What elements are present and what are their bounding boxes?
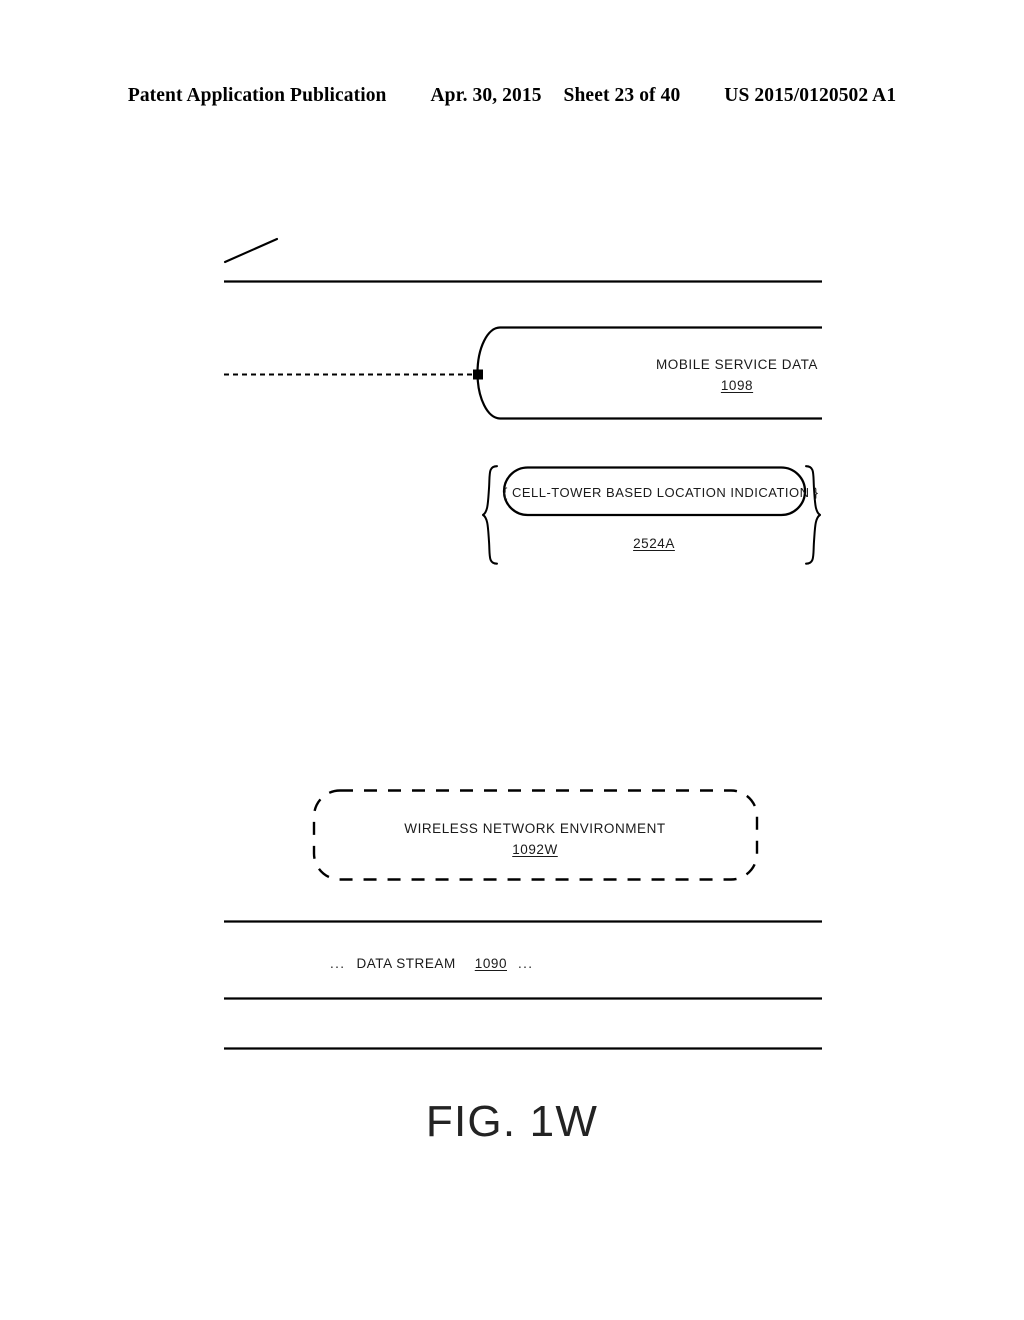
wireless-network-environment-label-group: WIRELESS NETWORK ENVIRONMENT 1092W [335,819,735,861]
cell-tower-indication-ref-group: 2524A [554,534,754,555]
figure-caption: FIG. 1W [425,1097,599,1146]
mobile-service-data-ref: 1098 [720,377,754,393]
wireless-network-environment-title: WIRELESS NETWORK ENVIRONMENT [404,821,666,836]
mobile-service-data-title: MOBILE SERVICE DATA [656,357,818,372]
data-stream-ellipsis-right: ... [518,956,534,971]
connector-endpoint-node [473,369,483,380]
data-stream-label-group: ... DATA STREAM 1090... [330,954,610,975]
group-brace-left [482,465,498,565]
mobile-service-data-label-group: MOBILE SERVICE DATA 1098 [637,355,837,397]
leader-line-diagonal [223,237,279,264]
group-brace-right [805,465,821,565]
data-stream-title: DATA STREAM [356,956,456,971]
data-stream-ref: 1090 [474,956,507,971]
cell-tower-indication-title: { CELL-TOWER BASED LOCATION INDICATION } [503,485,819,500]
data-stream-ellipsis-left: ... [330,956,346,971]
cell-tower-indication-ref: 2524A [633,536,675,551]
wireless-network-environment-ref: 1092W [512,841,558,857]
